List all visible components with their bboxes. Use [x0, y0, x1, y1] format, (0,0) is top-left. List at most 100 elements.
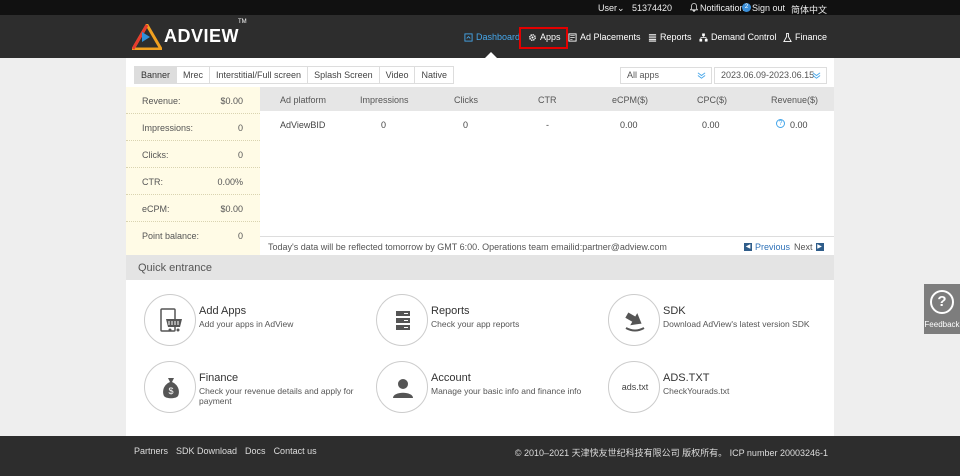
main-header: ADVIEW TM Dashboard Apps Ad Placements R… — [0, 15, 960, 58]
tab-native[interactable]: Native — [415, 67, 453, 83]
copyright-text: © 2010–2021 天津快友世纪科技有限公司 版权所有。 ICP numbe… — [514, 448, 828, 458]
footer-link-contact[interactable]: Contact us — [274, 446, 317, 456]
summary-value: $0.00 — [220, 204, 243, 214]
quick-title: Add Apps — [199, 305, 247, 317]
quick-desc: CheckYourads.txt — [663, 386, 730, 396]
summary-value: 0 — [237, 123, 243, 133]
quick-sdk[interactable]: SDK Download AdView's latest version SDK — [608, 294, 828, 350]
chevron-down-icon — [812, 72, 821, 79]
quick-icon-circle — [144, 294, 196, 346]
quick-finance[interactable]: $ Finance Check your revenue details and… — [144, 361, 364, 417]
notification-badge: 2 — [742, 3, 751, 12]
nav-dashboard-label: Dashboard — [476, 32, 521, 42]
user-label: User — [598, 3, 618, 13]
nav-reports-label: Reports — [660, 32, 692, 42]
quick-reports[interactable]: Reports Check your app reports — [376, 294, 596, 350]
user-icon — [393, 379, 413, 398]
money-bag-icon: $ — [163, 378, 179, 399]
trademark-mark: TM — [238, 19, 247, 25]
table-footer: Today's data will be reflected tomorrow … — [260, 236, 834, 257]
tab-interstitial[interactable]: Interstitial/Full screen — [210, 67, 309, 83]
reports-icon — [648, 33, 657, 42]
nav-ad-placements-label: Ad Placements — [580, 32, 641, 42]
tab-splash-screen[interactable]: Splash Screen — [308, 67, 380, 83]
summary-value: 0 — [237, 231, 243, 241]
app-select[interactable]: All apps — [620, 67, 712, 84]
summary-clicks: Clicks: 0 — [126, 141, 260, 168]
table-cell: 0 — [463, 120, 469, 130]
summary-label: Impressions: — [142, 123, 194, 133]
svg-text:$: $ — [168, 386, 173, 396]
summary-label: Clicks: — [142, 150, 169, 160]
quick-title: SDK — [663, 305, 686, 317]
dashboard-panel: Banner Mrec Interstitial/Full screen Spl… — [126, 58, 834, 436]
quick-desc: Download AdView's latest version SDK — [663, 319, 810, 329]
brand-name[interactable]: ADVIEW — [164, 26, 239, 47]
next-button[interactable]: Next ▶ — [794, 242, 824, 252]
nav-ad-placements[interactable]: Ad Placements — [568, 32, 641, 42]
flask-icon — [783, 32, 792, 42]
tab-video[interactable]: Video — [380, 67, 416, 83]
quick-desc: Add your apps in AdView — [199, 319, 294, 329]
ad-format-tabs: Banner Mrec Interstitial/Full screen Spl… — [134, 66, 454, 84]
apps-highlight-box — [519, 27, 568, 49]
column-header[interactable]: Clicks — [454, 95, 478, 105]
tab-banner[interactable]: Banner — [135, 67, 178, 83]
column-header[interactable]: Revenue($) — [771, 95, 818, 105]
sign-out-link[interactable]: Sign out — [752, 3, 785, 13]
quick-account[interactable]: Account Manage your basic info and finan… — [376, 361, 596, 417]
table-cell: AdViewBID — [280, 120, 326, 130]
nav-demand-control[interactable]: Demand Control — [699, 32, 777, 42]
summary-revenue: Revenue: $0.00 — [126, 87, 260, 114]
summary-ctr: CTR: 0.00% — [126, 168, 260, 195]
ad-placements-icon — [568, 32, 577, 42]
dashboard-icon — [464, 32, 473, 42]
quick-title: Reports — [431, 305, 470, 317]
table-cell: 0.00 — [620, 120, 638, 130]
nav-demand-control-label: Demand Control — [711, 32, 777, 42]
chevron-down-icon — [697, 72, 706, 79]
feedback-label: Feedback — [924, 320, 960, 329]
top-bar: User ⌄ 51374420 Notification 2 Sign out … — [0, 0, 960, 15]
column-header[interactable]: CTR — [538, 95, 557, 105]
summary-label: Point balance: — [142, 231, 200, 241]
page-footer: Partners SDK Download Docs Contact us © … — [0, 436, 960, 476]
column-header[interactable]: Ad platform — [280, 95, 326, 105]
summary-point-balance: Point balance: 0 — [126, 222, 260, 249]
footer-link-sdk-download[interactable]: SDK Download — [176, 446, 237, 456]
quick-icon-circle — [376, 294, 428, 346]
column-header[interactable]: eCPM($) — [612, 95, 648, 105]
quick-icon-circle — [376, 361, 428, 413]
feedback-button[interactable]: ? Feedback — [924, 284, 960, 334]
network-icon — [699, 32, 708, 42]
date-range-select[interactable]: 2023.06.09-2023.06.15 — [714, 67, 827, 84]
quick-entrance-header: Quick entrance — [126, 255, 834, 280]
summary-label: CTR: — [142, 177, 163, 187]
nav-finance[interactable]: Finance — [783, 32, 827, 42]
column-header[interactable]: Impressions — [360, 95, 409, 105]
next-label: Next — [794, 242, 813, 252]
adview-logo-icon[interactable] — [132, 24, 162, 50]
quick-add-apps[interactable]: Add Apps Add your apps in AdView — [144, 294, 364, 350]
footer-link-partners[interactable]: Partners — [134, 446, 168, 456]
ads-txt-icon: ads.txt — [621, 382, 649, 392]
previous-button[interactable]: ◀ Previous — [744, 242, 790, 252]
quick-icon-circle: $ — [144, 361, 196, 413]
quick-title: Finance — [199, 372, 239, 384]
quick-title: ADS.TXT — [663, 372, 710, 384]
help-icon[interactable]: ? — [776, 119, 785, 128]
user-caret-icon[interactable]: ⌄ — [617, 3, 625, 14]
bell-icon[interactable] — [689, 3, 699, 14]
table-cell: 0.00 — [702, 120, 720, 130]
quick-icon-circle: ads.txt — [608, 361, 660, 413]
footer-link-docs[interactable]: Docs — [245, 446, 266, 456]
summary-value: $0.00 — [220, 96, 243, 106]
summary-value: 0.00% — [217, 177, 243, 187]
tab-mrec[interactable]: Mrec — [177, 67, 211, 83]
nav-reports[interactable]: Reports — [648, 32, 692, 42]
quick-ads-txt[interactable]: ads.txt ADS.TXT CheckYourads.txt — [608, 361, 828, 417]
question-icon: ? — [930, 290, 954, 314]
nav-dashboard[interactable]: Dashboard — [464, 32, 520, 42]
notification-link[interactable]: Notification — [700, 3, 745, 13]
column-header[interactable]: CPC($) — [697, 95, 727, 105]
